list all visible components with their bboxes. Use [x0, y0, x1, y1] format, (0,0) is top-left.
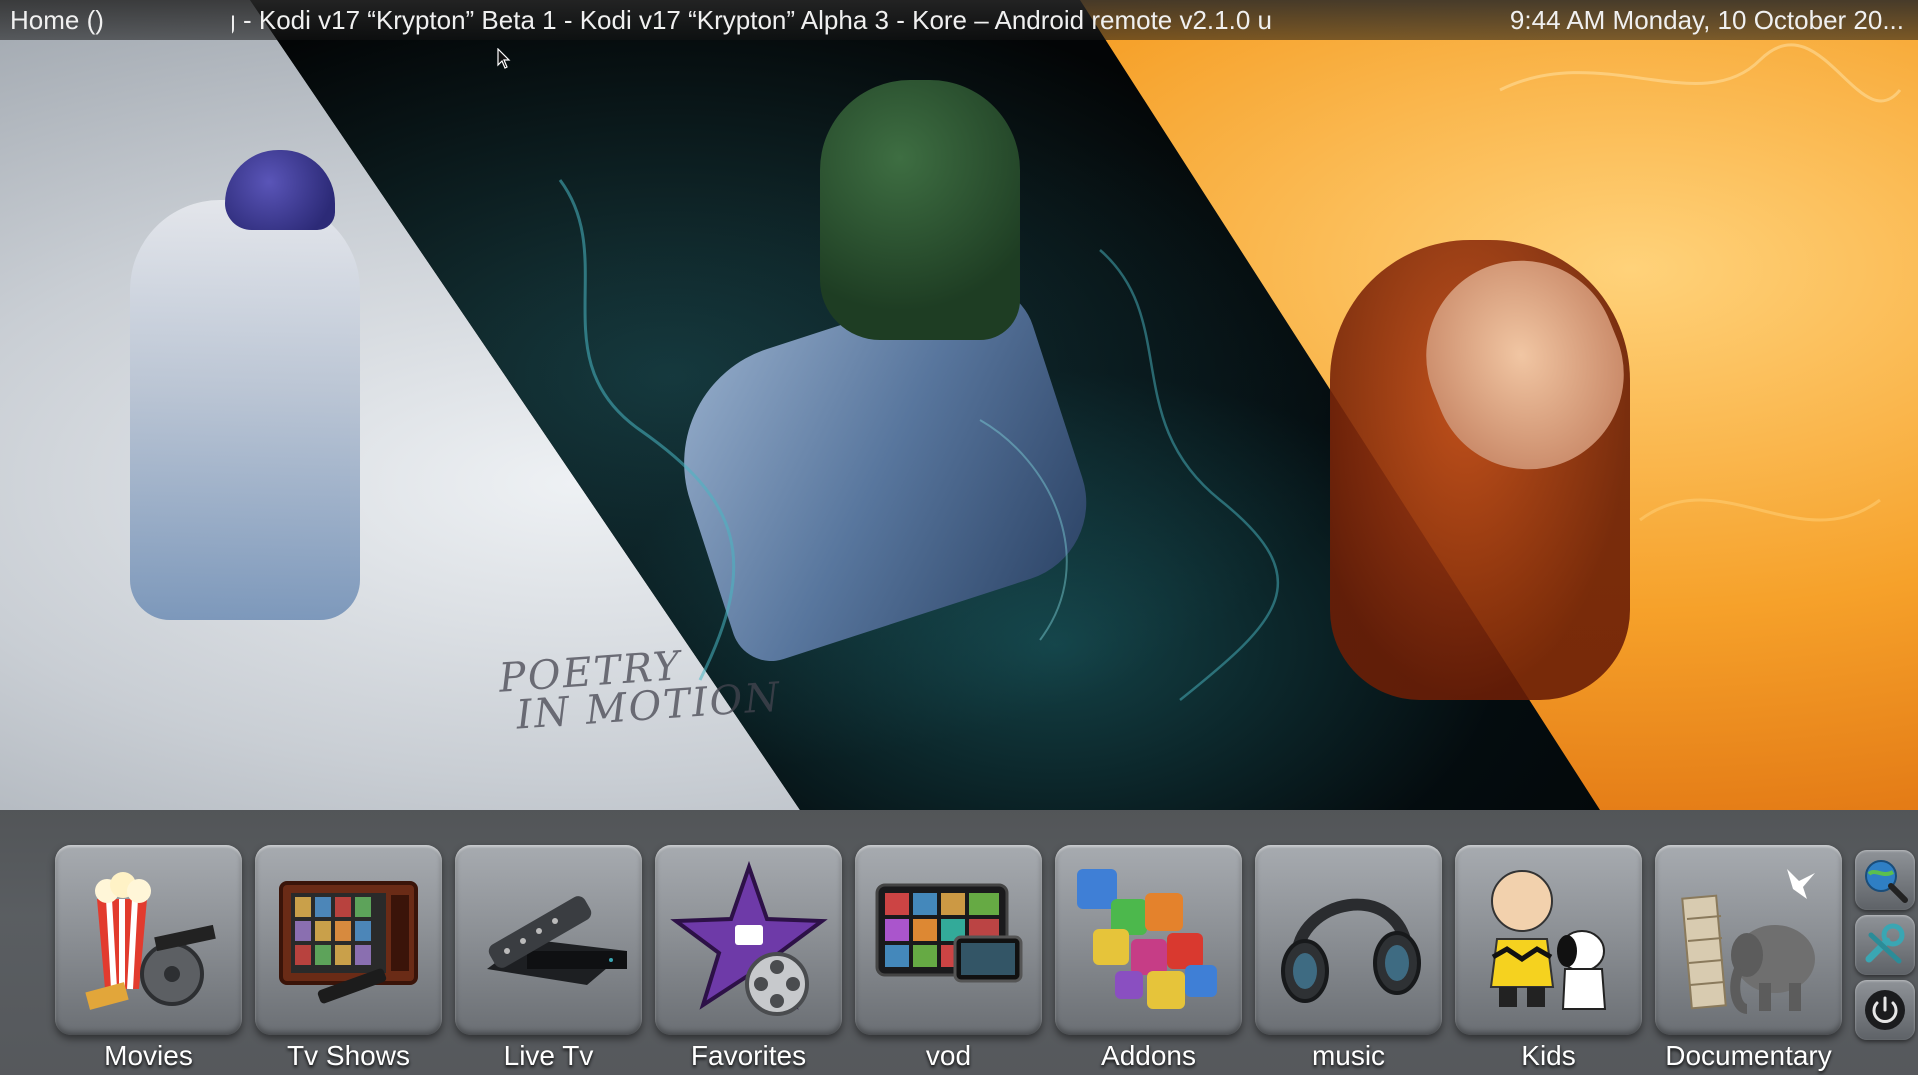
tools-icon [1865, 923, 1905, 964]
globe-search-icon [1865, 860, 1908, 903]
charlie-brown-snoopy-icon [1489, 870, 1607, 1010]
power-icon [1865, 990, 1905, 1030]
mouse-cursor-icon [497, 48, 511, 69]
menu-tile-kids[interactable] [1455, 845, 1642, 1035]
menu-label-live-tv: Live Tv [503, 1040, 594, 1071]
menu-tile-vod[interactable] [855, 845, 1042, 1035]
star-film-reel-icon [670, 860, 828, 1016]
menu-label-kids: Kids [1521, 1040, 1576, 1071]
menu-label-vod: vod [925, 1040, 972, 1071]
menu-tile-live-tv[interactable] [455, 845, 642, 1035]
clock: 9:44 AM Monday, 10 October 20... [1509, 5, 1904, 35]
set-top-box-remote-icon [487, 896, 627, 985]
smoke-swirls [558, 43, 1902, 701]
menu-tile-addons[interactable] [1055, 845, 1242, 1035]
home-screen: POETRY IN MOTION Home () e Blog - Kodi v… [0, 0, 1918, 1075]
breadcrumb: Home () [10, 5, 104, 35]
menu-tile-movies[interactable] [55, 845, 242, 1035]
menu-label-favorites: Favorites [690, 1040, 807, 1071]
headphones-icon [1281, 898, 1421, 1003]
menu-tile-favorites[interactable] [655, 845, 842, 1035]
menu-label-documentary: Documentary [1665, 1040, 1832, 1071]
retro-tv-icon [279, 881, 418, 1004]
top-bar: Home () e Blog - Kodi v17 “Krypton” Beta… [0, 0, 1918, 40]
puzzle-pieces-icon [1077, 869, 1217, 1009]
elephant-tower-icon [1681, 869, 1815, 1014]
menu-label-addons: Addons [1101, 1040, 1196, 1071]
menu-tile-documentary[interactable] [1655, 845, 1842, 1035]
menu-label-tv-shows: Tv Shows [287, 1040, 410, 1071]
menu-label-movies: Movies [104, 1040, 193, 1071]
movie-popcorn-icon [85, 872, 216, 1010]
power-button[interactable] [1855, 980, 1915, 1040]
search-button[interactable] [1855, 850, 1915, 910]
rss-ticker-text: e Blog - Kodi v17 “Krypton” Beta 1 - Kod… [232, 5, 1272, 35]
menu-label-music: music [1311, 1040, 1386, 1071]
tablet-phone-icon [875, 883, 1023, 983]
menu-tile-music[interactable] [1255, 845, 1442, 1035]
poetry-in-motion-text: POETRY IN MOTION [497, 643, 783, 740]
menu-tile-tv-shows[interactable] [255, 845, 442, 1035]
settings-button[interactable] [1855, 915, 1915, 975]
rss-ticker[interactable]: e Blog - Kodi v17 “Krypton” Beta 1 - Kod… [232, 0, 1272, 40]
